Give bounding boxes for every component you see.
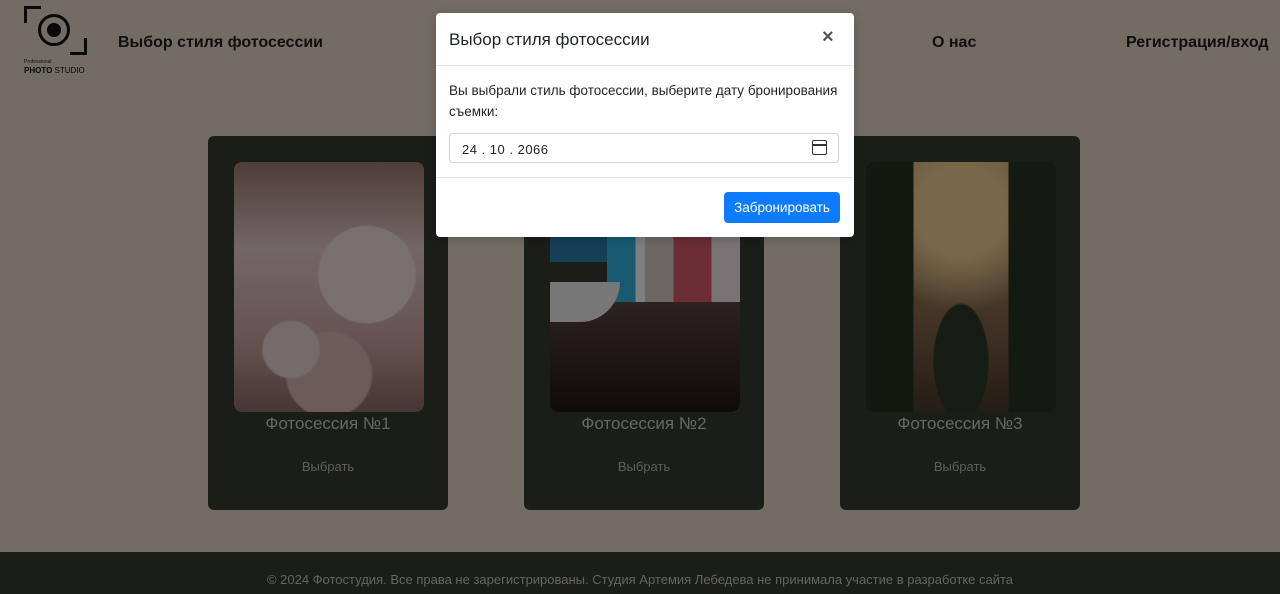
modal-title: Выбор стиля фотосессии — [449, 30, 650, 49]
modal-message: Вы выбрали стиль фотосессии, выберите да… — [449, 83, 838, 119]
calendar-icon[interactable] — [812, 140, 827, 155]
booking-modal: Выбор стиля фотосессии × Вы выбрали стил… — [436, 13, 854, 237]
modal-header: Выбор стиля фотосессии × — [436, 13, 854, 66]
booking-date-input[interactable]: 24 . 10 . 2066 — [449, 133, 839, 163]
booking-date-value: 24 . 10 . 2066 — [462, 142, 549, 157]
modal-footer-divider — [436, 177, 854, 178]
book-button[interactable]: Забронировать — [724, 192, 840, 223]
close-icon[interactable]: × — [822, 27, 834, 47]
